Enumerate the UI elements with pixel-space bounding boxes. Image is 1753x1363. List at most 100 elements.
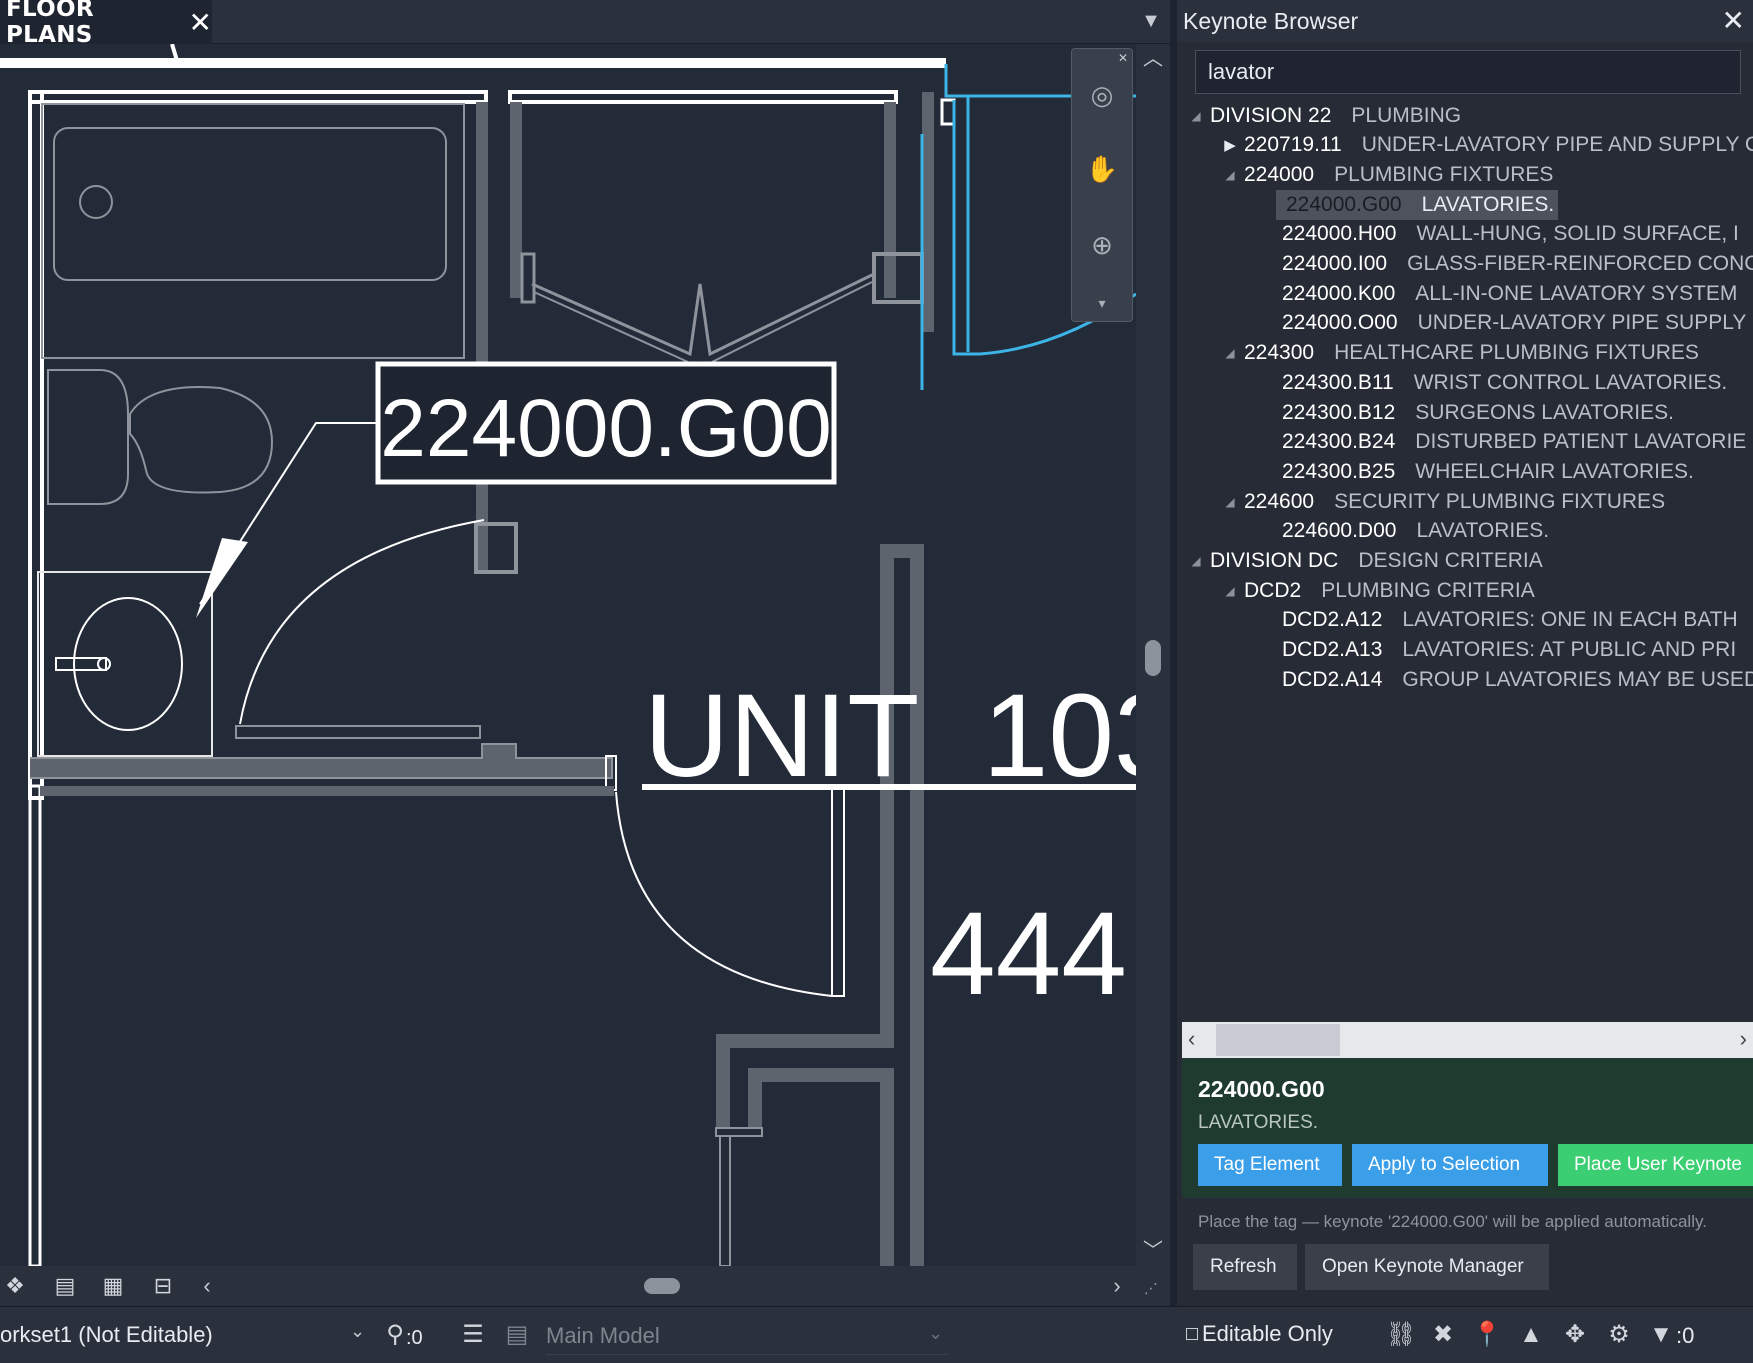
scroll-left-chevron-icon[interactable]: ‹ bbox=[196, 1272, 218, 1300]
workset-label: orkset1 (Not Editable) bbox=[0, 1322, 213, 1347]
chevron-down-icon[interactable]: ⌄ bbox=[350, 1321, 365, 1342]
keynote-description: WRIST CONTROL LAVATORIES. bbox=[1413, 370, 1728, 394]
tree-horizontal-scroll-thumb[interactable] bbox=[1216, 1024, 1340, 1056]
tree-item[interactable]: ◢ 224600 SECURITY PLUMBING FIXTURES bbox=[1222, 485, 1665, 518]
expand-arrow-icon[interactable]: ▶ bbox=[1222, 136, 1238, 154]
design-options-icon[interactable]: ☰ bbox=[456, 1319, 490, 1351]
keynote-code: DIVISION 22 bbox=[1210, 104, 1332, 127]
room-number-label[interactable]: 444 bbox=[930, 888, 1127, 1020]
keynote-code: 224000.O00 bbox=[1282, 311, 1398, 335]
collapse-arrow-icon[interactable]: ◢ bbox=[1222, 495, 1238, 509]
show-analytical-model-icon[interactable]: ▦ bbox=[98, 1272, 128, 1300]
editable-only-label: Editable Only bbox=[1202, 1321, 1333, 1346]
tab-close-icon[interactable]: ✕ bbox=[189, 6, 212, 39]
tree-item[interactable]: 224300.B25 WHEELCHAIR LAVATORIES. bbox=[1256, 455, 1694, 488]
tree-item[interactable]: ◢ DCD2 PLUMBING CRITERIA bbox=[1222, 574, 1534, 607]
open-keynote-manager-button[interactable]: Open Keynote Manager bbox=[1305, 1244, 1549, 1290]
tree-item[interactable]: 224300.B24 DISTURBED PATIENT LAVATORIE bbox=[1256, 426, 1746, 459]
tab-list-menu-icon[interactable]: ▼ bbox=[1140, 10, 1162, 32]
worksharing-monitor-icon[interactable]: ⚲ bbox=[382, 1319, 408, 1351]
refresh-button[interactable]: Refresh bbox=[1193, 1244, 1297, 1290]
tag-element-button[interactable]: Tag Element bbox=[1198, 1144, 1342, 1186]
detail-keynote-description: LAVATORIES. bbox=[1198, 1112, 1319, 1133]
select-links-icon[interactable]: ⛓ bbox=[1384, 1319, 1418, 1351]
keynote-description: WALL-HUNG, SOLID SURFACE, I bbox=[1416, 222, 1739, 246]
scroll-down-chevron-icon[interactable]: ﹀ bbox=[1136, 1236, 1170, 1266]
close-icon[interactable]: ✕ bbox=[1722, 4, 1745, 37]
pan-icon[interactable]: ✋ bbox=[1082, 149, 1122, 189]
collapse-arrow-icon[interactable]: ◢ bbox=[1222, 346, 1238, 360]
tree-item[interactable]: 224600.D00 LAVATORIES. bbox=[1256, 515, 1549, 548]
editable-only-toggle[interactable]: Editable Only bbox=[1186, 1321, 1333, 1347]
scroll-left-chevron-icon[interactable]: ‹ bbox=[1188, 1026, 1208, 1052]
keynote-code: 224600 bbox=[1244, 489, 1315, 513]
nav-bar-close-icon[interactable]: ✕ bbox=[1118, 51, 1128, 65]
apply-to-selection-button[interactable]: Apply to Selection bbox=[1352, 1144, 1548, 1186]
tree-item[interactable]: ◢ DIVISION DC DESIGN CRITERIA bbox=[1188, 545, 1542, 578]
keynote-code: 224300.B24 bbox=[1282, 430, 1396, 454]
tree-item[interactable]: 224300.B11 WRIST CONTROL LAVATORIES. bbox=[1256, 366, 1727, 399]
select-pinned-icon[interactable]: 📍 bbox=[1470, 1319, 1504, 1351]
keynote-code: 224300.B11 bbox=[1282, 370, 1394, 394]
steering-wheel-icon[interactable]: ◎ bbox=[1082, 75, 1122, 115]
design-option-set-icon[interactable]: ▤ bbox=[500, 1319, 534, 1351]
active-model-dropdown[interactable]: Main Model bbox=[546, 1317, 948, 1355]
collapse-arrow-icon[interactable]: ◢ bbox=[1222, 584, 1238, 598]
tab-floor-plans-label: FLOOR PLANS bbox=[6, 0, 94, 48]
select-underlay-icon[interactable]: ✖ bbox=[1426, 1319, 1460, 1351]
active-workset-dropdown[interactable]: orkset1 (Not Editable) bbox=[0, 1315, 370, 1355]
tree-item[interactable]: ▶ 220719.11 UNDER-LAVATORY PIPE AND SUPPLY… bbox=[1222, 129, 1753, 162]
zoom-region-icon[interactable]: ⊕ bbox=[1082, 225, 1122, 265]
horizontal-scroll-thumb[interactable] bbox=[644, 1278, 680, 1294]
keynote-code: DCD2.A13 bbox=[1282, 638, 1383, 662]
tree-item[interactable]: ◢ 224300 HEALTHCARE PLUMBING FIXTURES bbox=[1222, 337, 1699, 370]
tree-item[interactable]: 224000.K00 ALL-IN-ONE LAVATORY SYSTEM bbox=[1256, 277, 1737, 310]
keynote-description: GROUP LAVATORIES MAY BE USED bbox=[1402, 667, 1753, 691]
keynote-description: LAVATORIES: AT PUBLIC AND PRI bbox=[1402, 638, 1737, 662]
keynote-tree: ◢ DIVISION 22 PLUMBING ▶ 220719.11 UNDER-LAVA… bbox=[1182, 104, 1753, 1022]
keynote-description: SURGEONS LAVATORIES. bbox=[1415, 400, 1674, 424]
place-user-keynote-button[interactable]: Place User Keynote bbox=[1558, 1144, 1753, 1186]
tree-item[interactable]: 224300.B12 SURGEONS LAVATORIES. bbox=[1256, 396, 1674, 429]
keynote-search-input[interactable] bbox=[1195, 50, 1741, 94]
scroll-right-chevron-icon[interactable]: › bbox=[1727, 1026, 1747, 1052]
keynote-description: LAVATORIES. bbox=[1421, 192, 1555, 216]
keynote-description: SECURITY PLUMBING FIXTURES bbox=[1334, 489, 1666, 513]
tree-item[interactable]: 224000.I00 GLASS-FIBER-REINFORCED CONC bbox=[1256, 248, 1753, 281]
placement-hint-text: Place the tag — keynote '224000.G00' wil… bbox=[1182, 1198, 1753, 1244]
tree-item[interactable]: ◢ 224000 PLUMBING FIXTURES bbox=[1222, 158, 1553, 191]
collapse-arrow-icon[interactable]: ◢ bbox=[1188, 109, 1204, 123]
tree-item[interactable]: 224000.G00 LAVATORIES. bbox=[1256, 188, 1559, 221]
tree-item[interactable]: DCD2.A12 LAVATORIES: ONE IN EACH BATH bbox=[1256, 604, 1738, 637]
scroll-up-chevron-icon[interactable]: ︿ bbox=[1136, 44, 1170, 74]
editable-only-checkbox[interactable] bbox=[1186, 1328, 1198, 1340]
vertical-scrollbar[interactable]: ︿ ﹀ bbox=[1136, 44, 1170, 1266]
scroll-right-chevron-icon[interactable]: › bbox=[1106, 1272, 1128, 1300]
select-by-face-icon[interactable]: ▲ bbox=[1514, 1319, 1548, 1351]
keynote-browser-titlebar: Keynote Browser ✕ bbox=[1177, 0, 1753, 42]
tree-item[interactable]: 224000.H00 WALL-HUNG, SOLID SURFACE, I bbox=[1256, 218, 1739, 251]
resize-grip-icon[interactable]: ⋰ bbox=[1144, 1280, 1162, 1298]
keynote-code: 224300 bbox=[1244, 341, 1315, 365]
highlight-displacement-icon[interactable]: ⊟ bbox=[148, 1272, 178, 1300]
drag-elements-icon[interactable]: ✥ bbox=[1558, 1319, 1592, 1351]
room-name-label[interactable]: UNIT 103 bbox=[644, 670, 1136, 802]
tab-floor-plans[interactable]: FLOOR PLANS ✕ bbox=[0, 0, 212, 48]
tree-horizontal-scrollbar[interactable]: ‹ › bbox=[1182, 1022, 1753, 1058]
tree-item[interactable]: DCD2.A13 LAVATORIES: AT PUBLIC AND PRI bbox=[1256, 634, 1736, 667]
reveal-hidden-elements-icon[interactable]: ❖ bbox=[0, 1272, 30, 1300]
filter-icon[interactable]: ▼ bbox=[1644, 1319, 1678, 1351]
keynote-code: DIVISION DC bbox=[1210, 549, 1339, 572]
temporary-view-properties-icon[interactable]: ▤ bbox=[50, 1272, 80, 1300]
vertical-scroll-thumb[interactable] bbox=[1145, 640, 1161, 676]
nav-options-icon[interactable]: ▾ bbox=[1082, 283, 1122, 323]
tree-item[interactable]: 224000.O00 UNDER-LAVATORY PIPE SUPPLY bbox=[1256, 307, 1746, 340]
keynote-description: LAVATORIES. bbox=[1416, 519, 1550, 543]
tree-item[interactable]: DCD2.A14 GROUP LAVATORIES MAY BE USED bbox=[1256, 663, 1753, 696]
collapse-arrow-icon[interactable]: ◢ bbox=[1222, 168, 1238, 182]
chevron-down-icon[interactable]: ⌄ bbox=[928, 1323, 943, 1344]
floor-plan-drawing[interactable]: 224000.G00 UNIT 103 444 bbox=[0, 44, 1136, 1266]
collapse-arrow-icon[interactable]: ◢ bbox=[1188, 554, 1204, 568]
keynote-tag-text[interactable]: 224000.G00 bbox=[380, 383, 831, 474]
background-process-icon[interactable]: ⚙ bbox=[1602, 1319, 1636, 1351]
